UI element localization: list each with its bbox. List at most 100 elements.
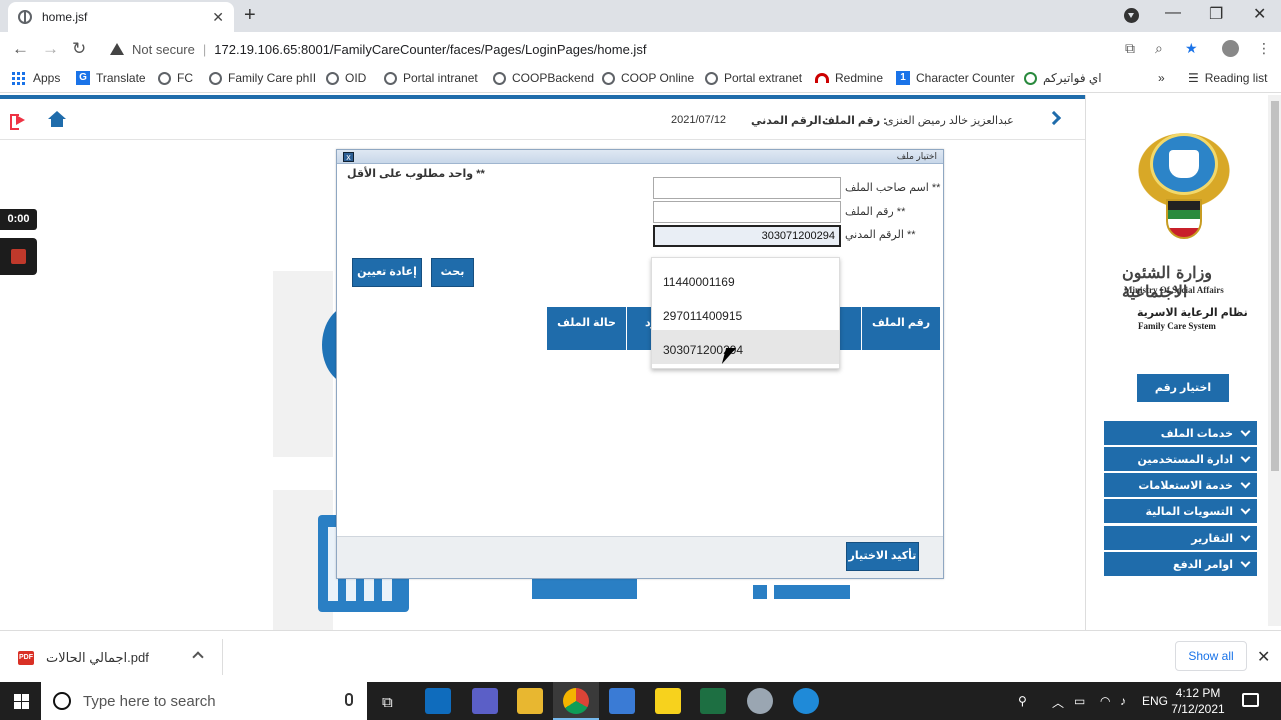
- warning-icon[interactable]: [110, 43, 124, 55]
- bookmark-e-invoice[interactable]: اي فواتيركم: [1024, 71, 1102, 85]
- menu-payment-orders[interactable]: اوامر الدفع: [1104, 552, 1257, 576]
- show-hidden-icons[interactable]: ︿: [1052, 694, 1064, 711]
- tab-search-icon[interactable]: [1124, 8, 1139, 23]
- search-placeholder: Type here to search: [83, 693, 216, 710]
- divider: [222, 639, 223, 675]
- excel-icon[interactable]: [700, 688, 726, 714]
- bookmark-redmine[interactable]: Redmine: [815, 71, 883, 85]
- suggestion-item[interactable]: 11440001169: [652, 262, 839, 296]
- zoom-icon[interactable]: ⌕: [1155, 40, 1163, 57]
- wifi-icon[interactable]: ◠: [1100, 694, 1110, 708]
- address-bar[interactable]: Not secure | 172.19.106.65:8001/FamilyCa…: [102, 35, 1142, 63]
- reload-icon[interactable]: ↻: [72, 39, 86, 59]
- confirm-selection-button[interactable]: تأكيد الاختيار: [846, 542, 919, 571]
- people-icon[interactable]: ⚲: [1018, 694, 1027, 708]
- profile-icon[interactable]: [1222, 40, 1239, 57]
- teams-icon[interactable]: [472, 688, 498, 714]
- microphone-icon[interactable]: [345, 693, 353, 706]
- edge-icon[interactable]: [793, 688, 819, 714]
- bookmark-portal-intranet[interactable]: Portal intranet: [384, 71, 478, 85]
- windows-start-icon[interactable]: [14, 694, 29, 709]
- restore-icon[interactable]: ❐: [1209, 4, 1223, 24]
- owner-name-field[interactable]: [653, 177, 841, 199]
- dialog-close-icon[interactable]: x: [343, 152, 354, 162]
- bookmark-translate[interactable]: G Translate: [76, 71, 146, 85]
- kuwait-emblem-logo: [1126, 113, 1242, 253]
- owner-name-label: ** اسم صاحب الملف: [845, 182, 941, 194]
- suggestion-item[interactable]: 297011400915: [652, 296, 839, 330]
- back-icon[interactable]: ←: [12, 39, 29, 59]
- menu-dots-icon[interactable]: ⋮: [1257, 40, 1271, 57]
- globe-icon: [326, 71, 339, 85]
- redmine-icon: [815, 73, 829, 83]
- sticky-notes-icon[interactable]: [655, 688, 681, 714]
- chevron-up-icon[interactable]: [192, 651, 204, 663]
- system-clock[interactable]: 4:12 PM 7/12/2021: [1168, 685, 1228, 717]
- menu-user-management[interactable]: ادارة المستخدمين: [1104, 447, 1257, 471]
- file-no-label: رقم الملف :: [822, 115, 887, 127]
- url-text[interactable]: 172.19.106.65:8001/FamilyCareCounter/fac…: [214, 42, 646, 57]
- more-bookmarks-icon[interactable]: »: [1158, 71, 1165, 85]
- column-file-no[interactable]: رقم الملف: [861, 307, 940, 350]
- bookmark-oid[interactable]: OID: [326, 71, 366, 85]
- chrome-taskbar-active[interactable]: [553, 682, 599, 720]
- globe-icon: [209, 71, 222, 85]
- bookmark-character-counter[interactable]: 1 Character Counter: [896, 71, 1015, 85]
- bookmark-apps[interactable]: Apps: [12, 71, 60, 85]
- dialog-footer: تأكيد الاختيار: [337, 536, 943, 578]
- header-date: 2021/07/12: [671, 114, 727, 126]
- ministry-name-en: Ministry Of Social Affairs: [1124, 285, 1224, 295]
- file-explorer-icon[interactable]: [517, 688, 543, 714]
- close-tab-icon[interactable]: ✕: [212, 9, 224, 26]
- menu-reports[interactable]: التقارير: [1104, 526, 1257, 550]
- bookmark-star-icon[interactable]: ★: [1185, 40, 1198, 57]
- volume-icon[interactable]: ♪: [1120, 694, 1126, 708]
- close-downloads-icon[interactable]: ✕: [1257, 647, 1270, 667]
- reset-button[interactable]: إعادة تعيين: [352, 258, 422, 287]
- notification-icon[interactable]: [1242, 693, 1259, 707]
- bookmark-coop-online[interactable]: COOP Online: [602, 71, 694, 85]
- minimize-icon[interactable]: —: [1165, 4, 1181, 22]
- file-no-field[interactable]: [653, 201, 841, 223]
- forward-icon[interactable]: →: [42, 39, 59, 59]
- clock-date: 7/12/2021: [1171, 702, 1225, 716]
- home-icon[interactable]: [48, 111, 66, 127]
- menu-file-services[interactable]: خدمات الملف: [1104, 421, 1257, 445]
- app-icon[interactable]: [747, 688, 773, 714]
- window-close-icon[interactable]: ✕: [1253, 4, 1266, 24]
- column-file-status[interactable]: حالة الملف: [547, 307, 626, 350]
- reading-list[interactable]: ☰ Reading list: [1188, 71, 1267, 85]
- task-view-icon[interactable]: ⧉: [382, 694, 393, 711]
- battery-icon[interactable]: ▭: [1074, 694, 1085, 708]
- bookmark-portal-extranet[interactable]: Portal extranet: [705, 71, 802, 85]
- menu-financial-settlements[interactable]: التسويات المالية: [1104, 499, 1257, 523]
- chevron-right-icon[interactable]: [1046, 110, 1062, 126]
- app-icon[interactable]: [609, 688, 635, 714]
- translate-icon[interactable]: ⧉: [1125, 40, 1135, 57]
- sidebar-scrollbar[interactable]: [1268, 95, 1281, 626]
- ministry-name-ar: وزارة الشئون الاجتماعية: [1122, 263, 1213, 301]
- select-file-number-button[interactable]: اختيار رقم الملف: [1137, 374, 1229, 422]
- menu-inquiries[interactable]: خدمة الاستعلامات: [1104, 473, 1257, 497]
- language-indicator[interactable]: ENG: [1142, 694, 1168, 708]
- downloads-bar: PDF اجمالي الحالات.pdf Show all ✕: [0, 630, 1281, 682]
- taskbar-search[interactable]: Type here to search: [41, 682, 367, 720]
- download-file-name[interactable]: اجمالي الحالات.pdf: [46, 650, 149, 666]
- bookmark-coopbackend[interactable]: COOPBackend: [493, 71, 594, 85]
- select-file-dialog: x اختيار ملف ** واحد مطلوب على الأقل ** …: [336, 149, 944, 579]
- apps-grid-icon: [12, 71, 25, 85]
- outlook-icon[interactable]: [425, 688, 451, 714]
- civil-id-field[interactable]: [653, 225, 841, 247]
- bookmark-family-care[interactable]: Family Care phII: [209, 71, 316, 85]
- logout-icon[interactable]: [10, 114, 26, 130]
- not-secure-label[interactable]: Not secure: [132, 42, 195, 57]
- suggestion-item-selected[interactable]: 303071200294: [652, 330, 839, 364]
- new-tab-icon[interactable]: +: [244, 4, 256, 27]
- stop-recording-icon[interactable]: [0, 238, 37, 275]
- bookmark-fc[interactable]: FC: [158, 71, 193, 85]
- browser-tab[interactable]: home.jsf ✕: [8, 2, 234, 32]
- e-invoice-icon: [1024, 71, 1037, 85]
- show-all-button[interactable]: Show all: [1175, 641, 1247, 671]
- search-button[interactable]: بحث: [431, 258, 474, 287]
- globe-icon: [705, 71, 718, 85]
